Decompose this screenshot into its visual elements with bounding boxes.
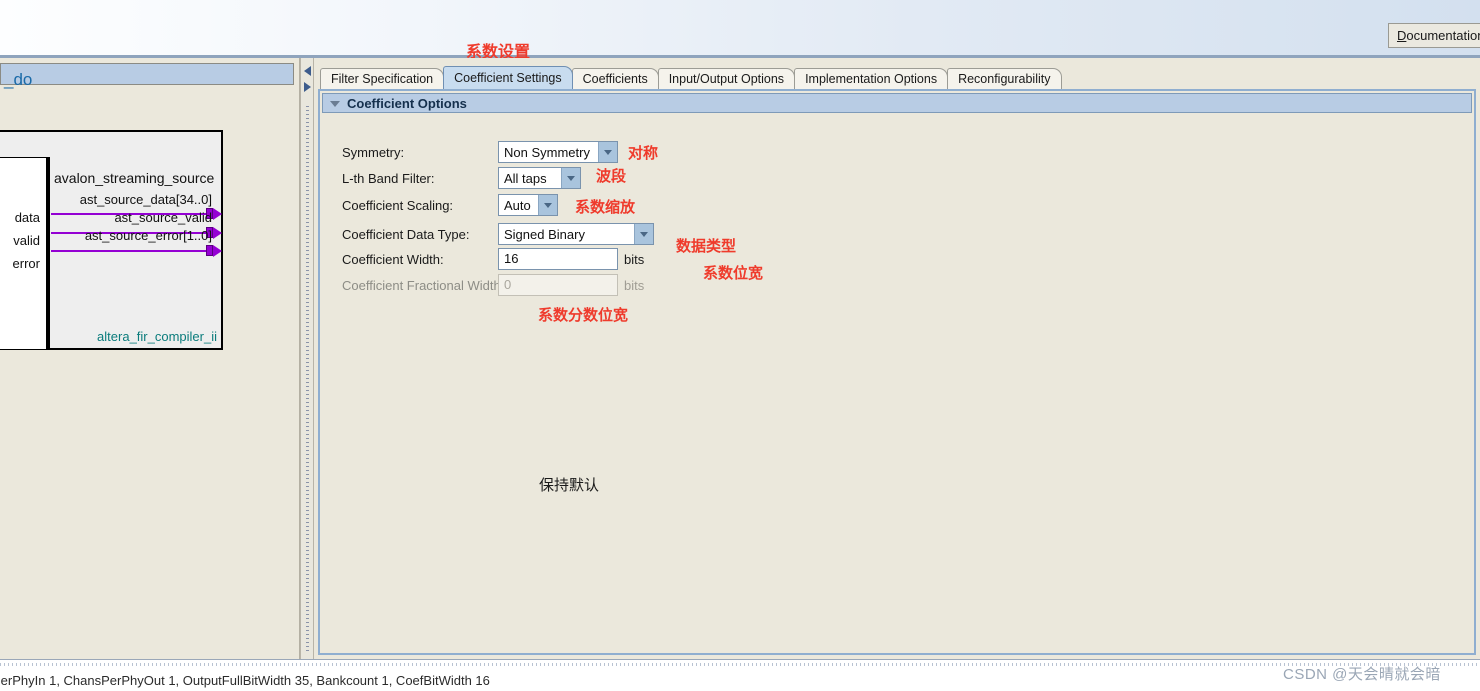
- wire-error: [51, 250, 207, 252]
- chevron-down-icon[interactable]: [561, 168, 580, 188]
- note-keep-default: 保持默认: [539, 477, 600, 494]
- signal-label-ast-source-data: ast_source_data[34..0]: [79, 192, 212, 207]
- csdn-watermark: CSDN @天会晴就会暗: [1283, 666, 1441, 683]
- collapse-right-icon[interactable]: [304, 82, 311, 92]
- symmetry-dropdown[interactable]: Non Symmetry: [498, 141, 618, 163]
- signal-label-ast-source-error: ast_source_error[1..0]: [84, 228, 212, 243]
- status-bar-text: PerPhyIn 1, ChansPerPhyOut 1, OutputFull…: [0, 673, 490, 688]
- wire-arrow-error: [213, 245, 222, 257]
- annotation-coefficient-fractional-width: 系数分数位宽: [538, 307, 629, 324]
- chevron-down-icon[interactable]: [538, 195, 557, 215]
- settings-panel: Filter Specification Coefficient Setting…: [314, 58, 1480, 659]
- collapse-left-icon[interactable]: [304, 66, 311, 76]
- units-coefficient-width: bits: [624, 252, 645, 267]
- tab-input-output-options[interactable]: Input/Output Options: [657, 68, 796, 89]
- coefficient-fractional-width-input[interactable]: 0: [498, 274, 618, 296]
- annotation-band-filter: 波段: [596, 168, 627, 185]
- port-label-error: error: [12, 256, 40, 271]
- interface-title: avalon_streaming_source: [54, 170, 215, 186]
- section-header-coefficient-options[interactable]: Coefficient Options: [322, 93, 1472, 113]
- label-coefficient-data-type: Coefficient Data Type:: [342, 227, 470, 242]
- window-header-band: [0, 0, 1480, 55]
- partial-label-do: _do: [4, 70, 33, 89]
- label-band-filter: L-th Band Filter:: [342, 171, 435, 186]
- block-diagram-panel: _do data valid error avalon_streaming_so…: [0, 58, 300, 659]
- units-coefficient-fractional-width: bits: [624, 278, 645, 293]
- block-diagram: data valid error avalon_streaming_source…: [0, 130, 223, 350]
- status-bar: PerPhyIn 1, ChansPerPhyOut 1, OutputFull…: [0, 670, 1480, 691]
- tab-reconfigurability[interactable]: Reconfigurability: [947, 68, 1062, 89]
- annotation-coefficient-scaling: 系数缩放: [575, 199, 636, 216]
- split-pane-divider[interactable]: [300, 58, 314, 659]
- tab-coefficients[interactable]: Coefficients: [571, 68, 659, 89]
- annotation-coefficient-width: 系数位宽: [703, 265, 764, 282]
- section-title: Coefficient Options: [347, 96, 467, 111]
- tab-coefficient-settings[interactable]: Coefficient Settings: [443, 66, 573, 89]
- coefficient-data-type-dropdown[interactable]: Signed Binary: [498, 223, 654, 245]
- tab-implementation-options[interactable]: Implementation Options: [794, 68, 949, 89]
- port-label-valid: valid: [13, 233, 40, 248]
- module-name-label: altera_fir_compiler_ii: [97, 329, 217, 344]
- wire-arrow-valid: [213, 227, 222, 239]
- chevron-down-icon[interactable]: [598, 142, 617, 162]
- label-coefficient-fractional-width: Coefficient Fractional Width:: [342, 278, 505, 293]
- label-coefficient-width: Coefficient Width:: [342, 252, 444, 267]
- documentation-button-label: ocumentation: [1406, 28, 1480, 43]
- documentation-button[interactable]: Documentation: [1388, 23, 1480, 48]
- band-filter-dropdown[interactable]: All taps: [498, 167, 581, 189]
- tab-filter-specification[interactable]: Filter Specification: [320, 68, 445, 89]
- band-filter-value: All taps: [504, 170, 547, 186]
- wire-pin-error: [206, 245, 213, 256]
- tab-bar: Filter Specification Coefficient Setting…: [320, 66, 1062, 89]
- port-label-data: data: [14, 210, 40, 225]
- coefficient-width-input[interactable]: 16: [498, 248, 618, 270]
- symmetry-value: Non Symmetry: [504, 144, 590, 160]
- label-symmetry: Symmetry:: [342, 145, 405, 160]
- annotation-coefficient-data-type: 数据类型: [676, 238, 737, 255]
- coefficient-options-form: Coefficient Options Symmetry: Non Symmet…: [318, 89, 1476, 655]
- status-divider: [0, 659, 1480, 670]
- signal-label-ast-source-valid: ast_source_valid: [114, 210, 212, 225]
- coefficient-scaling-dropdown[interactable]: Auto: [498, 194, 558, 216]
- chevron-down-icon[interactable]: [634, 224, 653, 244]
- block-body: data valid error: [0, 157, 50, 350]
- chevron-down-icon[interactable]: [330, 101, 340, 107]
- coefficient-scaling-value: Auto: [504, 197, 531, 213]
- wire-arrow-data: [213, 208, 222, 220]
- coefficient-data-type-value: Signed Binary: [504, 226, 585, 242]
- annotation-symmetry: 对称: [628, 145, 659, 162]
- divider-grip: [306, 106, 309, 651]
- selected-item-bar[interactable]: [0, 63, 294, 85]
- application-window: Documentation 系数设置 _do data valid error …: [0, 0, 1480, 691]
- label-coefficient-scaling: Coefficient Scaling:: [342, 198, 454, 213]
